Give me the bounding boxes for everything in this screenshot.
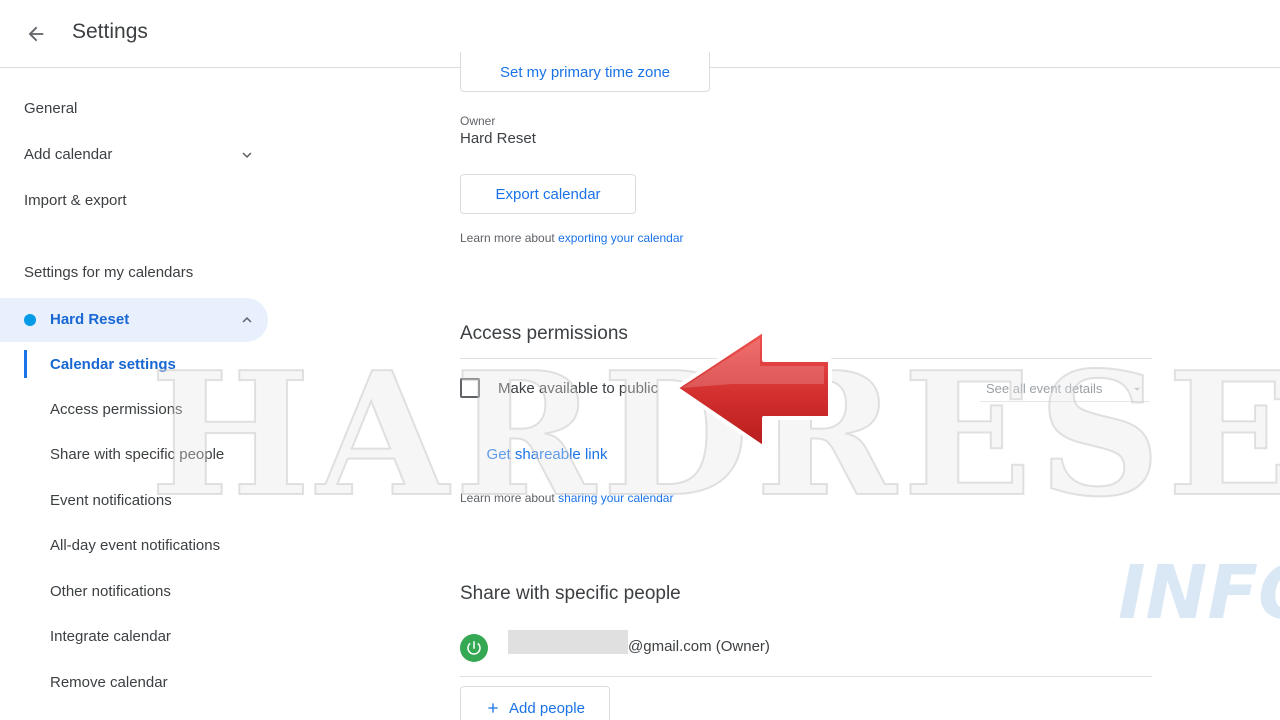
make-public-label: Make available to public xyxy=(498,380,659,397)
export-help-prefix: Learn more about xyxy=(460,231,555,245)
chevron-down-icon[interactable] xyxy=(238,146,256,164)
add-people-label: Add people xyxy=(509,699,585,717)
sidebar-sub-all-day-notifications[interactable]: All-day event notifications xyxy=(50,537,220,554)
active-indicator xyxy=(24,350,27,378)
owner-label: Owner xyxy=(460,114,496,128)
export-help-text: Learn more about exporting your calendar xyxy=(460,231,684,245)
add-people-button[interactable]: Add people xyxy=(460,686,610,720)
make-public-checkbox[interactable] xyxy=(460,378,480,398)
sidebar-sub-event-notifications[interactable]: Event notifications xyxy=(50,492,172,509)
sidebar-item-import-export[interactable]: Import & export xyxy=(24,192,127,209)
plus-icon xyxy=(488,703,498,713)
set-primary-timezone-button[interactable]: Set my primary time zone xyxy=(460,52,710,92)
page-title: Settings xyxy=(72,20,148,43)
sidebar-sub-remove-calendar[interactable]: Remove calendar xyxy=(50,674,168,691)
sharing-help-link[interactable]: sharing your calendar xyxy=(558,491,673,505)
share-people-title: Share with specific people xyxy=(460,583,681,604)
sidebar-item-add-calendar[interactable]: Add calendar xyxy=(24,146,112,163)
sharing-help-text: Learn more about sharing your calendar xyxy=(460,491,673,505)
detail-select-value: See all event details xyxy=(986,381,1103,396)
get-shareable-link-button[interactable]: Get shareable link xyxy=(460,440,634,468)
back-button[interactable] xyxy=(20,18,52,50)
sidebar-sub-access-permissions[interactable]: Access permissions xyxy=(50,401,183,418)
settings-sidebar: General Add calendar Import & export Set… xyxy=(0,68,290,720)
my-calendars-section-label: Settings for my calendars xyxy=(24,264,194,281)
section-divider xyxy=(460,358,1152,359)
settings-main: Set my primary time zone Owner Hard Rese… xyxy=(290,52,1280,720)
dropdown-arrow-icon xyxy=(1134,387,1140,391)
export-calendar-button[interactable]: Export calendar xyxy=(460,174,636,214)
sidebar-calendar-hard-reset[interactable]: Hard Reset xyxy=(0,298,268,342)
owner-value: Hard Reset xyxy=(460,130,536,147)
power-icon xyxy=(467,641,481,655)
avatar xyxy=(460,634,488,662)
redacted-email xyxy=(508,630,628,654)
shared-person-row: @gmail.com (Owner) xyxy=(460,628,1152,672)
export-help-link[interactable]: exporting your calendar xyxy=(558,231,683,245)
sidebar-sub-share-with-people[interactable]: Share with specific people xyxy=(50,446,224,463)
access-permissions-title: Access permissions xyxy=(460,323,628,344)
calendar-color-dot xyxy=(24,314,36,326)
arrow-back-icon xyxy=(28,26,44,42)
sidebar-sub-integrate-calendar[interactable]: Integrate calendar xyxy=(50,628,171,645)
person-divider xyxy=(460,676,1152,677)
sharing-help-prefix: Learn more about xyxy=(460,491,555,505)
sidebar-sub-other-notifications[interactable]: Other notifications xyxy=(50,583,171,600)
sidebar-sub-calendar-settings[interactable]: Calendar settings xyxy=(50,356,176,373)
chevron-up-icon[interactable] xyxy=(238,311,256,329)
calendar-name: Hard Reset xyxy=(50,311,130,328)
sidebar-item-general[interactable]: General xyxy=(24,100,77,117)
person-email: @gmail.com (Owner) xyxy=(628,638,770,655)
public-detail-select[interactable]: See all event details xyxy=(980,376,1150,402)
